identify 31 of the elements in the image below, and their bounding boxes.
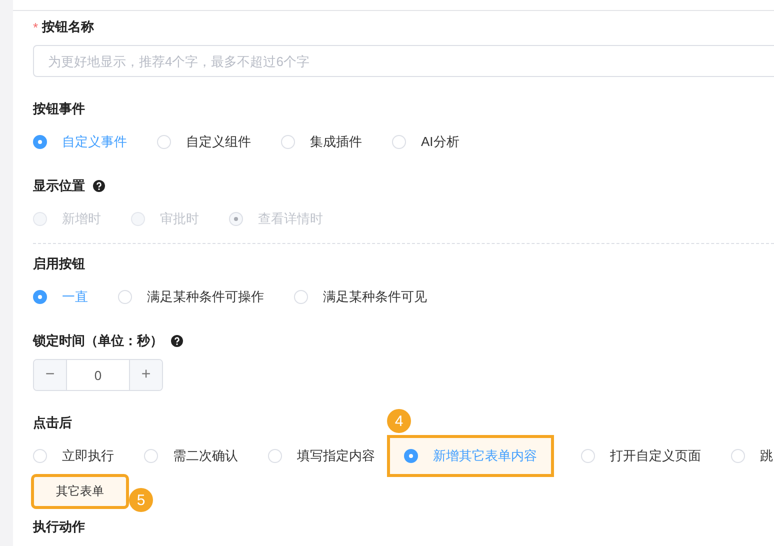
- field-label: 显示位置: [33, 177, 85, 195]
- radio-label: 新增时: [62, 210, 101, 228]
- radio-button[interactable]: [404, 449, 418, 463]
- required-mark: *: [33, 20, 38, 34]
- radio-label[interactable]: 打开自定义页面: [610, 447, 701, 465]
- radio-button[interactable]: [33, 290, 47, 304]
- step-badge: 4: [387, 409, 411, 433]
- input-field[interactable]: 为更好地显示，推荐4个字，最多不超过6个字: [33, 45, 774, 77]
- step-badge: 5: [129, 488, 153, 512]
- field-label: 锁定时间（单位：秒）: [33, 332, 163, 350]
- help-icon[interactable]: [171, 335, 183, 347]
- decrement-button[interactable]: −: [34, 360, 66, 390]
- field-label: 启用按钮: [33, 255, 85, 273]
- increment-button[interactable]: +: [130, 360, 162, 390]
- radio-label[interactable]: 跳: [760, 447, 773, 465]
- radio-label[interactable]: 满足某种条件可操作: [147, 288, 264, 306]
- radio-label[interactable]: 自定义组件: [186, 133, 251, 151]
- radio-label: 查看详情时: [258, 210, 323, 228]
- radio-label[interactable]: 需二次确认: [173, 447, 238, 465]
- radio-label[interactable]: 立即执行: [62, 447, 114, 465]
- radio-label[interactable]: 填写指定内容: [297, 447, 375, 465]
- radio-label: 审批时: [160, 210, 199, 228]
- field-label: 按钮事件: [33, 100, 85, 118]
- section-heading: 执行动作: [33, 518, 85, 536]
- other-form-button[interactable]: 其它表单: [33, 476, 127, 507]
- radio-label[interactable]: 集成插件: [310, 133, 362, 151]
- field-label: 按钮名称: [42, 18, 94, 36]
- radio-label[interactable]: 满足某种条件可见: [323, 288, 427, 306]
- radio-button[interactable]: [33, 135, 47, 149]
- radio-label[interactable]: AI分析: [421, 133, 460, 151]
- field-label: 点击后: [33, 414, 72, 432]
